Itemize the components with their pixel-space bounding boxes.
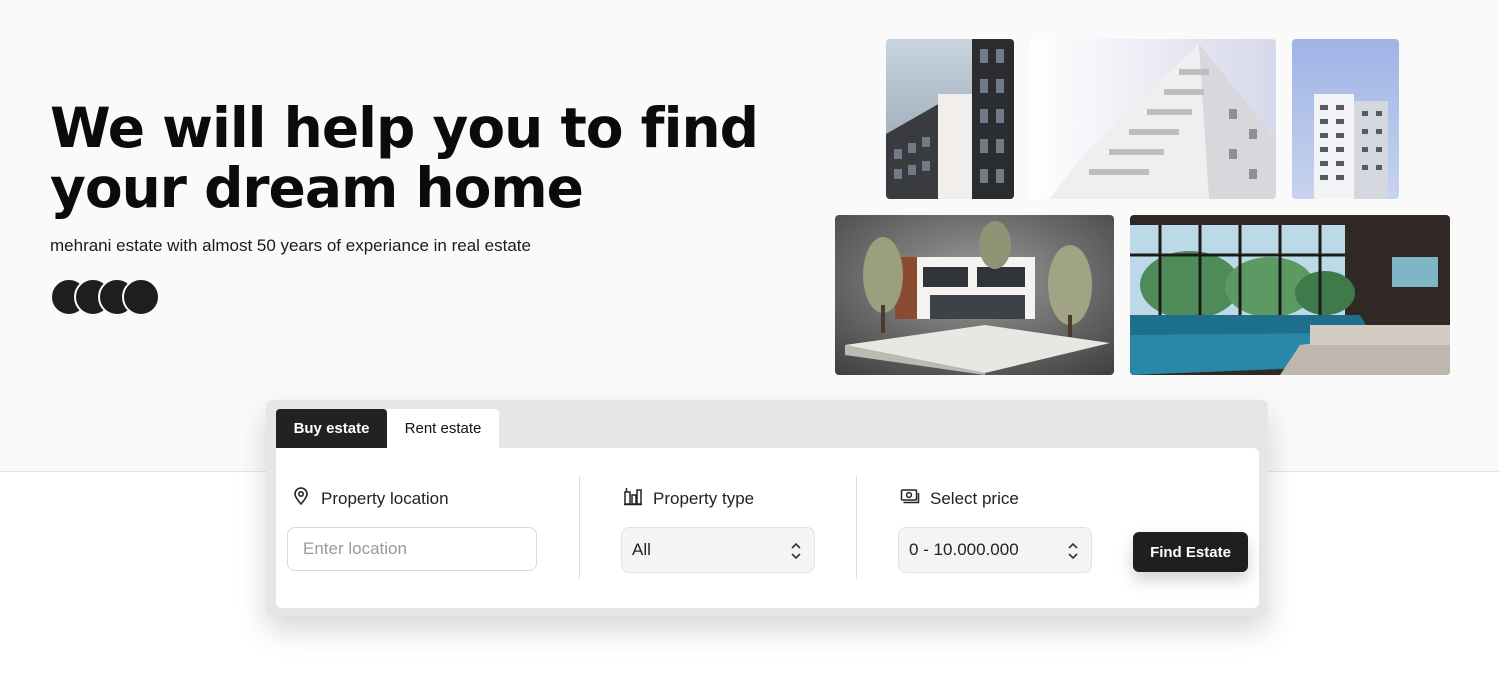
photo-dark-facade-building [886,39,1014,199]
map-pin-icon [291,486,311,511]
photo-indoor-pool-room [1130,215,1450,375]
property-type-label: Property type [623,486,754,511]
photo-white-balcony-building [1029,39,1276,199]
hero-title: We will help you to find your dream home [50,96,759,220]
location-input[interactable] [287,527,537,571]
property-location-label: Property location [291,486,449,511]
avatar-group [50,278,170,316]
avatar [122,278,160,316]
tab-buy-estate[interactable]: Buy estate [276,409,387,448]
select-price-label: Select price [900,486,1019,511]
chevron-updown-icon [1068,542,1078,560]
property-type-text: Property type [653,488,755,508]
search-panel: Buy estate Rent estate Property location [266,400,1268,616]
property-type-value: All [632,540,651,559]
building-chart-icon [623,486,643,511]
divider [856,476,857,579]
select-price-text: Select price [930,488,1019,508]
price-range-value: 0 - 10.000.000 [909,540,1019,559]
chevron-updown-icon [791,542,801,560]
property-location-text: Property location [321,488,449,508]
photo-tall-apartment-tower [1292,39,1399,199]
find-estate-button[interactable]: Find Estate [1133,532,1248,572]
photo-modern-villa-with-trees [835,215,1114,375]
cash-icon [900,486,920,511]
search-form: Property location Property type All [276,448,1259,608]
price-range-select[interactable]: 0 - 10.000.000 [898,527,1092,573]
hero-subtitle: mehrani estate with almost 50 years of e… [50,236,531,255]
property-type-select[interactable]: All [621,527,815,573]
tab-rent-estate[interactable]: Rent estate [387,409,499,448]
divider [579,476,580,579]
